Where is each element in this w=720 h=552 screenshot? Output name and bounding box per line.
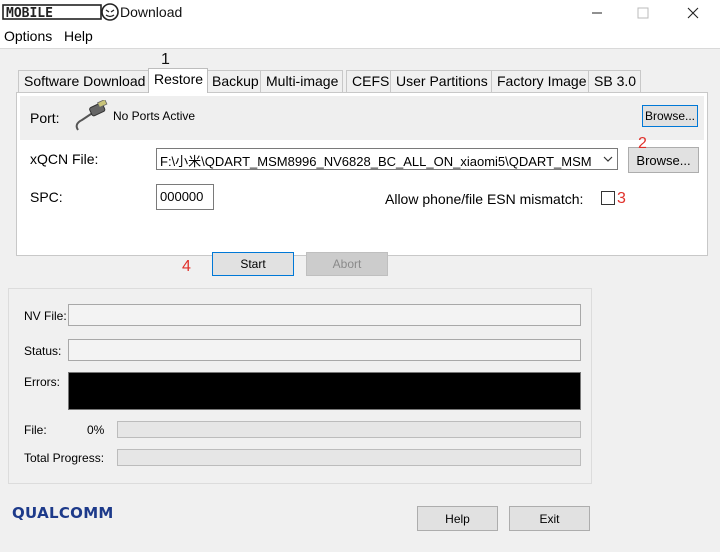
xqcn-file-combo[interactable]: F:\小米\QDART_MSM8996_NV6828_BC_ALL_ON_xia… xyxy=(156,148,618,170)
nv-file-label: NV File: xyxy=(24,309,67,323)
close-button[interactable] xyxy=(670,0,716,26)
port-status-text: No Ports Active xyxy=(113,109,196,123)
file-progress-label: File: xyxy=(24,423,47,437)
maximize-icon xyxy=(637,7,649,19)
exit-button[interactable]: Exit xyxy=(509,506,590,531)
tab-restore[interactable]: Restore xyxy=(148,68,209,93)
total-progress-label: Total Progress: xyxy=(24,451,105,465)
svg-text:MOBILE: MOBILE xyxy=(6,6,53,21)
tab-user-partitions[interactable]: User Partitions xyxy=(390,70,493,92)
usb-cable-icon xyxy=(75,100,108,131)
minimize-button[interactable] xyxy=(574,0,620,26)
annotation-4: 4 xyxy=(182,258,191,275)
nv-file-field xyxy=(68,304,581,326)
esn-mismatch-label: Allow phone/file ESN mismatch: xyxy=(385,191,584,207)
window-title: Download xyxy=(120,4,183,20)
port-browse-button[interactable]: Browse... xyxy=(642,105,698,127)
file-progress-percent: 0% xyxy=(87,423,105,437)
minimize-icon xyxy=(592,12,602,14)
spc-input[interactable]: 000000 xyxy=(156,184,214,210)
abort-button[interactable]: Abort xyxy=(306,252,388,276)
tab-backup[interactable]: Backup xyxy=(206,70,264,92)
menu-bar xyxy=(0,26,720,48)
annotation-2: 2 xyxy=(638,135,647,152)
xqcn-file-label: xQCN File: xyxy=(30,151,99,167)
menu-options[interactable]: Options xyxy=(4,28,52,44)
start-button[interactable]: Start xyxy=(212,252,294,276)
close-icon xyxy=(687,7,699,19)
tab-factory-image[interactable]: Factory Image xyxy=(491,70,592,92)
esn-mismatch-checkbox[interactable] xyxy=(601,191,615,205)
help-button[interactable]: Help xyxy=(417,506,498,531)
mobile01-watermark-logo: MOBILE xyxy=(2,3,119,21)
spc-label: SPC: xyxy=(30,189,63,205)
menu-help[interactable]: Help xyxy=(64,28,93,44)
errors-box xyxy=(68,372,581,410)
annotation-3: 3 xyxy=(617,190,626,207)
tab-cefs[interactable]: CEFS xyxy=(346,70,395,92)
errors-label: Errors: xyxy=(24,375,60,389)
tab-multi-image[interactable]: Multi-image xyxy=(260,70,344,92)
annotation-1: 1 xyxy=(161,51,170,68)
maximize-button[interactable] xyxy=(620,0,666,26)
file-progress-bar xyxy=(117,421,581,438)
total-progress-bar xyxy=(117,449,581,466)
status-field xyxy=(68,339,581,361)
chevron-down-icon xyxy=(603,156,612,162)
xqcn-dropdown-button[interactable] xyxy=(598,149,617,169)
tab-sb-3-0[interactable]: SB 3.0 xyxy=(588,70,642,92)
port-label: Port: xyxy=(30,110,60,126)
tab-software-download[interactable]: Software Download xyxy=(18,70,151,92)
qualcomm-logo: QUALCOMM xyxy=(12,504,114,522)
status-label: Status: xyxy=(24,344,62,358)
